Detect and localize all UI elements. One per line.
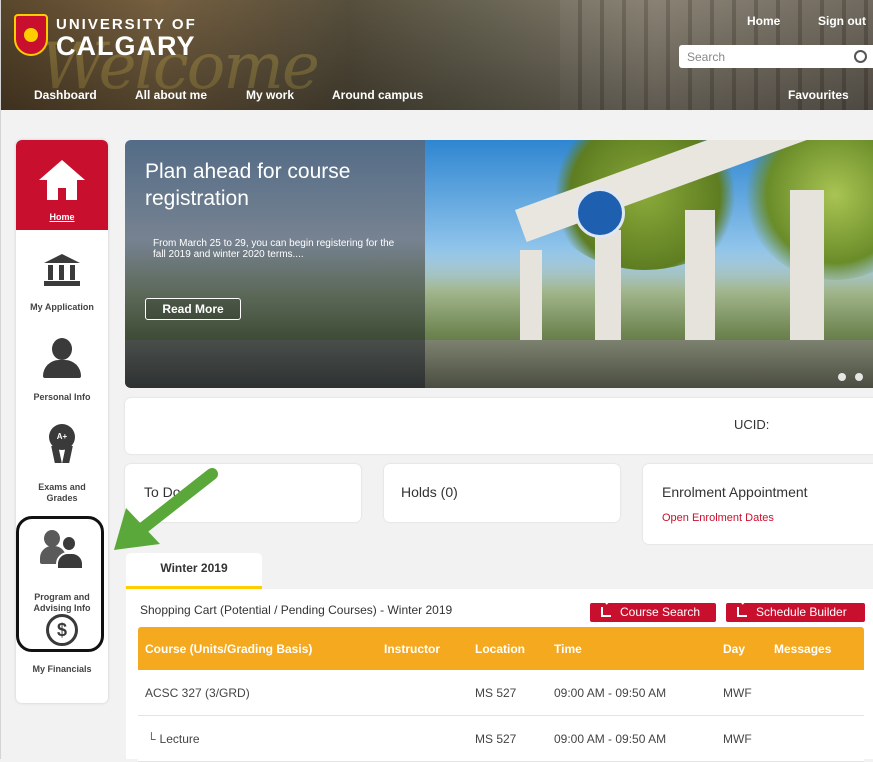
sidebar-item-my-application[interactable]: My Application xyxy=(16,240,108,313)
hero-text: From March 25 to 29, you can begin regis… xyxy=(153,238,395,260)
course-search-button[interactable]: Course Search xyxy=(590,603,716,622)
cell-time: 09:00 AM - 09:50 AM xyxy=(554,686,667,700)
sidebar-item-label: Home xyxy=(49,212,75,222)
home-link[interactable]: Home xyxy=(747,14,780,28)
search-input[interactable]: Search xyxy=(679,45,873,68)
column-header-course: Course (Units/Grading Basis) xyxy=(145,642,313,656)
cell-time: 09:00 AM - 09:50 AM xyxy=(554,732,667,746)
site-header: Welcome UNIVERSITY OF CALGARY Dashboard … xyxy=(0,0,873,110)
hero-title: Plan ahead for course registration xyxy=(145,160,351,210)
nav-favourites[interactable]: Favourites xyxy=(788,88,849,102)
nav-dashboard[interactable]: Dashboard xyxy=(34,88,97,102)
hero-carousel[interactable]: Plan ahead for course registration From … xyxy=(125,140,873,388)
cell-day: MWF xyxy=(723,686,752,700)
bank-icon xyxy=(44,254,80,286)
ucid-label: UCID: xyxy=(734,417,770,432)
table-row[interactable]: ACSC 327 (3/GRD) MS 527 09:00 AM - 09:50… xyxy=(138,670,864,716)
university-crest-icon[interactable] xyxy=(14,14,48,56)
holds-title: Holds (0) xyxy=(401,484,458,500)
column-header-day: Day xyxy=(723,642,746,656)
sidebar-item-exams-grades[interactable]: A+ Exams and Grades xyxy=(16,416,108,504)
cell-course: └ Lecture xyxy=(147,732,200,746)
search-icon[interactable] xyxy=(854,50,867,63)
nav-my-work[interactable]: My work xyxy=(246,88,294,102)
external-link-icon xyxy=(737,607,747,617)
table-row[interactable]: └ Lecture MS 527 09:00 AM - 09:50 AM MWF xyxy=(138,716,864,762)
annotation-arrow-icon xyxy=(114,468,218,550)
column-header-location: Location xyxy=(475,642,525,656)
cell-course: ACSC 327 (3/GRD) xyxy=(145,686,250,700)
annotation-highlight-ring xyxy=(16,516,104,652)
sidebar-item-label: Personal Info xyxy=(33,392,91,402)
sidebar-item-label: My Financials xyxy=(32,664,92,674)
student-info-card: UCID: xyxy=(125,398,873,454)
cell-day: MWF xyxy=(723,732,752,746)
tab-winter-2019[interactable]: Winter 2019 xyxy=(126,553,262,589)
person-icon xyxy=(43,338,81,378)
external-link-icon xyxy=(601,607,611,617)
cell-location: MS 527 xyxy=(475,686,517,700)
read-more-button[interactable]: Read More xyxy=(145,298,241,320)
carousel-dot[interactable] xyxy=(855,373,863,381)
schedule-builder-button[interactable]: Schedule Builder xyxy=(726,603,865,622)
brand-line-2[interactable]: CALGARY xyxy=(56,31,196,62)
carousel-dot[interactable] xyxy=(838,373,846,381)
sidebar-item-home[interactable]: Home xyxy=(16,140,108,230)
cell-location: MS 527 xyxy=(475,732,517,746)
sidebar-item-label: Exams and Grades xyxy=(38,482,86,503)
sign-out-link[interactable]: Sign out xyxy=(818,14,866,28)
open-enrolment-dates-link[interactable]: Open Enrolment Dates xyxy=(662,512,774,524)
column-header-messages: Messages xyxy=(774,642,832,656)
column-header-time: Time xyxy=(554,642,582,656)
enrolment-card: Enrolment Appointment Open Enrolment Dat… xyxy=(643,464,873,544)
sidebar-item-label: My Application xyxy=(30,302,94,312)
nav-around-campus[interactable]: Around campus xyxy=(332,88,423,102)
campus-seal-image xyxy=(575,188,625,238)
shopping-cart-panel: Shopping Cart (Potential / Pending Cours… xyxy=(126,589,873,762)
cart-table-header: Course (Units/Grading Basis) Instructor … xyxy=(138,627,864,670)
sidebar-item-personal-info[interactable]: Personal Info xyxy=(16,328,108,403)
home-icon xyxy=(39,160,85,200)
award-icon: A+ xyxy=(47,424,77,464)
holds-card[interactable]: Holds (0) xyxy=(384,464,620,522)
search-placeholder: Search xyxy=(687,50,726,64)
enrolment-title: Enrolment Appointment xyxy=(662,484,808,500)
nav-all-about-me[interactable]: All about me xyxy=(135,88,207,102)
shopping-cart-title: Shopping Cart (Potential / Pending Cours… xyxy=(140,603,453,617)
sub-item-indent-icon: └ xyxy=(147,732,156,746)
column-header-instructor: Instructor xyxy=(384,642,441,656)
